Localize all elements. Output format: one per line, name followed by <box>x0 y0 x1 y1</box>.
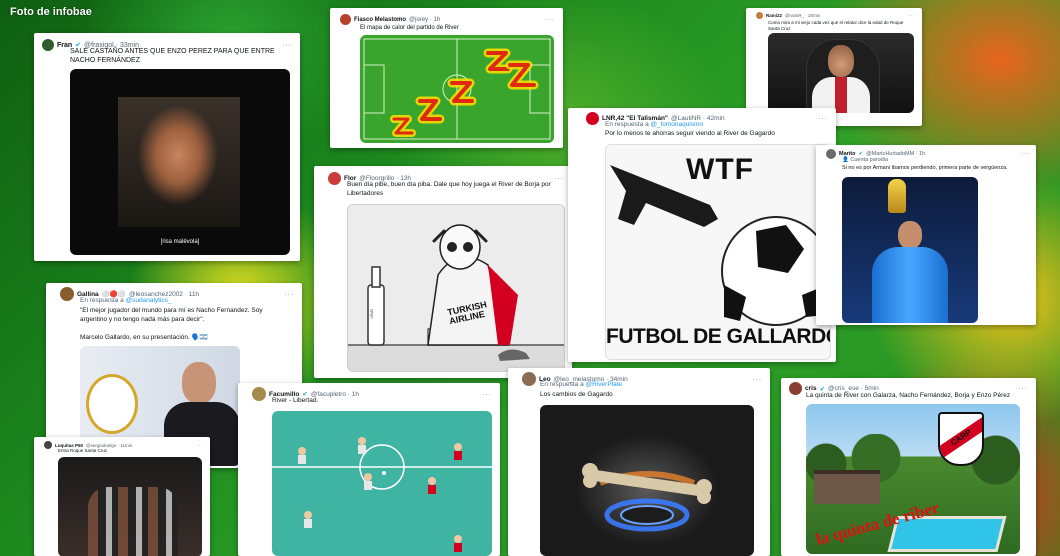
avatar[interactable] <box>44 441 52 449</box>
avatar[interactable] <box>42 39 54 51</box>
player-head <box>828 45 854 77</box>
tweet-card-fiasco[interactable]: Fiasco Melastomo @jorey · 1h ··· El mapa… <box>330 8 563 148</box>
tweet-card-cris[interactable]: cris ✔ @cris_ese · 5min ··· La quinta de… <box>781 378 1036 556</box>
photo-credit: Foto de infobae <box>10 6 92 18</box>
avatar[interactable] <box>826 149 836 159</box>
player-shirt <box>872 247 948 323</box>
reply-context: En respuesta a @sudanalytics_ <box>80 297 172 304</box>
author-handle: @ramiR_ · 20min <box>785 13 821 18</box>
author-name[interactable]: Luquitas P50 <box>55 443 83 448</box>
video-caption: [risa malévola] <box>160 239 200 245</box>
gallardo-head <box>182 362 216 404</box>
tweet-text: La quinta de River con Galarza, Nacho Fe… <box>806 392 1011 399</box>
tweet-text: River - Libertad. <box>272 397 319 404</box>
player-head <box>898 221 922 249</box>
real-madrid-crest <box>86 374 138 434</box>
reply-prefix: En respuesta a <box>605 121 649 128</box>
reply-prefix: En respuesta a <box>540 381 584 388</box>
avatar[interactable] <box>60 287 74 301</box>
more-icon[interactable]: ··· <box>197 443 205 448</box>
reply-context: En respuesta a @_lomonaquismo <box>605 121 703 128</box>
avatar[interactable] <box>328 172 341 185</box>
trophy-shape <box>888 179 906 213</box>
house-shape <box>814 470 880 504</box>
tweet-card-flor[interactable]: Flor @Floorgrillo · 13h ··· Buen día pib… <box>314 166 572 378</box>
people-silhouette <box>88 487 178 556</box>
more-icon[interactable]: ··· <box>753 376 763 383</box>
crowd-video[interactable] <box>58 457 202 556</box>
reply-to-link[interactable]: @RiverPlate <box>586 381 623 388</box>
tweet-card-leo[interactable]: Leo @leo_melastomo · 34min ··· En respue… <box>508 368 770 556</box>
bone-on-stove-image[interactable] <box>540 405 754 556</box>
author-name[interactable]: cris <box>805 385 817 392</box>
laughing-man-image <box>118 97 240 227</box>
avatar[interactable] <box>252 387 266 401</box>
tweet-text: Como mira a mi viejo cada vez que el rel… <box>768 20 904 32</box>
tweet-card-luquitas[interactable]: Luquitas P50 @sergiodoelgo · 11min ··· E… <box>34 437 210 556</box>
parody-label: 👤 Cuenta parodia <box>842 157 889 163</box>
tweet-card-marito[interactable]: Marito ✔ @MarioHurtadoMM · 1h ··· 👤 Cuen… <box>816 145 1036 325</box>
more-icon[interactable]: ··· <box>1019 385 1029 392</box>
more-icon[interactable]: ··· <box>546 17 555 23</box>
messi-image[interactable] <box>768 33 914 113</box>
author-name[interactable]: Rami22 <box>766 13 782 18</box>
parody-text: Cuenta parodia <box>850 157 889 163</box>
tweet-card-fran[interactable]: Fran ✔ @fraxigol · 33min ··· SALE CASTAÑ… <box>34 33 300 261</box>
author-handle: @sergiodoelgo · 11min <box>86 442 133 448</box>
skeleton-meme-image[interactable]: VINO TURKISH AIRLINE <box>347 204 565 372</box>
tweet-text: El mapa de calor del partido de River <box>360 25 459 31</box>
reply-to-link[interactable]: @sudanalytics_ <box>126 297 172 304</box>
tweet-text: SALE CASTAÑO ANTES QUE ENZO PEREZ PARA Q… <box>70 48 275 65</box>
soccer-game-image[interactable] <box>272 411 492 556</box>
more-icon[interactable]: ··· <box>285 291 295 298</box>
heatmap-image[interactable] <box>360 35 554 143</box>
tweet-card-facumillo[interactable]: Facumillo ✔ @facupletro · 1h ··· River -… <box>238 383 500 556</box>
river-crest-icon: CARP <box>938 412 984 466</box>
crest-letters: CARP <box>949 427 973 448</box>
bottle-label: VINO <box>369 309 374 319</box>
wtf-meme-image[interactable]: WTF FUTBOL DE GALLARDO <box>605 144 831 360</box>
author-handle: @cris_ese · 5min <box>828 385 879 392</box>
tweet-text: Si no es por Armani íbamos perdiendo, pr… <box>842 165 1008 171</box>
reply-to-link[interactable]: @_lomonaquismo <box>651 121 704 128</box>
avatar[interactable] <box>586 112 599 125</box>
avatar[interactable] <box>340 14 351 25</box>
reply-prefix: En respuesta a <box>80 297 124 304</box>
tweet-text-2: Marcelo Gallardo, en su presentación. 🗣️… <box>80 334 208 341</box>
tweet-text: Entra Roque Santa Cruz <box>58 448 108 453</box>
tweet-video[interactable]: [risa malévola] <box>70 69 290 255</box>
quinta-image[interactable]: CARP la quinta de riber <box>806 404 1020 554</box>
tweet-text: Buen día pibe, buen día piba. Dale que h… <box>347 181 551 197</box>
avatar[interactable] <box>522 372 536 386</box>
tweet-text: Por lo menos te ahorras seguir viendo al… <box>605 130 775 137</box>
avatar[interactable] <box>756 12 763 19</box>
tweet-text: "El mejor jugador del mundo para mí es N… <box>80 307 263 323</box>
author-handle: @jorey · 1h <box>409 16 441 23</box>
armani-trophy-image[interactable] <box>842 177 978 323</box>
more-icon[interactable]: ··· <box>1022 151 1031 157</box>
more-icon[interactable]: ··· <box>819 115 829 122</box>
meme-bottom-text: FUTBOL DE GALLARDO <box>606 325 831 348</box>
more-icon[interactable]: ··· <box>909 13 917 18</box>
more-icon[interactable]: ··· <box>483 391 493 398</box>
tweet-card-lnr[interactable]: LNR,42 "El Talismán" @LautiNR · 42min ··… <box>568 108 836 362</box>
tweet-text: Los cambios de Gagardo <box>540 391 613 398</box>
author-name[interactable]: Fiasco Melastomo <box>354 17 406 23</box>
avatar[interactable] <box>789 382 802 395</box>
reply-context: En respuesta a @RiverPlate <box>540 381 622 388</box>
